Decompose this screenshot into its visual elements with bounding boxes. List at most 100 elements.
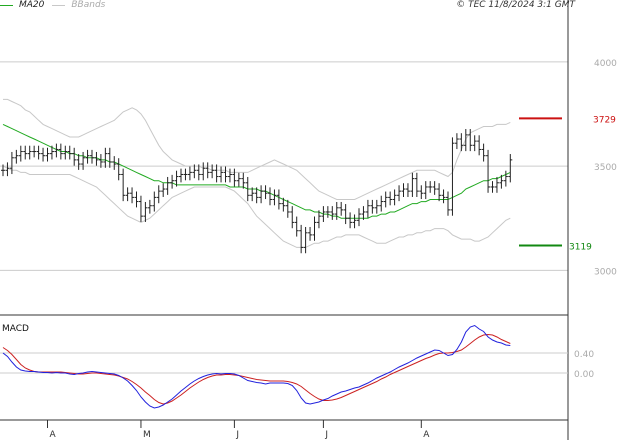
price-bar xyxy=(463,129,468,152)
price-bar xyxy=(90,149,94,164)
price-bar xyxy=(503,170,508,187)
price-bar xyxy=(183,168,188,181)
price-bar xyxy=(76,154,81,170)
price-bar xyxy=(397,185,402,202)
price-bar xyxy=(45,147,50,162)
price-bar xyxy=(357,208,361,227)
price-bar xyxy=(383,191,388,208)
price-bar xyxy=(486,149,491,193)
price-bar xyxy=(41,147,46,162)
price-bar xyxy=(23,145,28,160)
price-bar xyxy=(414,172,419,197)
resistance-level-label: 3729 xyxy=(593,115,616,125)
price-bar xyxy=(330,206,335,220)
x-month-label: J xyxy=(324,430,328,440)
price-bar xyxy=(138,195,143,222)
price-bar xyxy=(392,189,397,206)
price-bar xyxy=(299,224,304,254)
price-bar xyxy=(401,183,406,197)
price-bar xyxy=(223,166,228,183)
price-bar xyxy=(325,206,330,218)
price-bar xyxy=(374,199,379,214)
price-y-tick-label: 4000 xyxy=(594,59,617,69)
price-bar xyxy=(72,147,77,166)
price-y-tick-label: 3500 xyxy=(594,163,617,173)
price-bar xyxy=(201,162,206,181)
price-bar xyxy=(232,168,237,187)
price-bar xyxy=(472,135,477,152)
price-bar xyxy=(481,143,486,162)
price-bar xyxy=(490,181,495,193)
price-bar xyxy=(348,212,353,229)
price-bar xyxy=(459,133,464,152)
price-bar xyxy=(450,137,455,216)
price-bar xyxy=(81,151,86,170)
price-bar xyxy=(116,158,121,181)
ma20-legend-label: MA20 xyxy=(19,0,45,10)
price-bar xyxy=(179,168,183,183)
price-bar xyxy=(187,166,192,181)
x-month-label: J xyxy=(235,430,239,440)
price-bar xyxy=(161,183,166,197)
price-bar xyxy=(227,168,232,183)
bbands-lower-line xyxy=(2,165,511,248)
price-bar xyxy=(494,176,499,193)
price-bar xyxy=(441,189,446,204)
chart-credit: © TEC 11/8/2024 3:1 GMT xyxy=(456,0,575,10)
macd-y-tick-label: 0.40 xyxy=(574,350,594,360)
price-bar xyxy=(165,176,170,195)
price-bar xyxy=(477,135,482,156)
price-bar xyxy=(219,166,224,183)
price-bar xyxy=(446,191,450,216)
chart-root: 3000 3500 4000 3729 3119 MACD 0.00 0.40 A M J J A MA… xyxy=(0,0,627,440)
price-y-tick-label: 3000 xyxy=(594,267,617,277)
support-level-label: 3119 xyxy=(569,243,592,253)
price-bar xyxy=(259,185,264,204)
price-bar xyxy=(14,149,19,164)
price-bar xyxy=(405,183,410,197)
price-bar xyxy=(170,174,175,189)
x-month-label: M xyxy=(143,430,151,440)
price-bar xyxy=(432,181,437,195)
price-bar xyxy=(156,185,161,204)
x-month-label: A xyxy=(423,430,430,440)
price-bar xyxy=(143,201,148,222)
price-bar xyxy=(32,145,37,158)
price-bar xyxy=(27,145,32,160)
price-bar xyxy=(365,199,370,218)
price-bar xyxy=(276,189,281,210)
macd-signal-line xyxy=(2,333,511,405)
price-bar xyxy=(236,172,241,187)
price-bar xyxy=(423,181,428,200)
price-bar xyxy=(343,204,348,225)
price-bar xyxy=(147,199,152,214)
price-bar xyxy=(18,145,23,162)
price-bar xyxy=(152,191,157,212)
price-bar xyxy=(121,168,126,202)
price-bar xyxy=(214,164,219,183)
price-bar xyxy=(410,172,415,197)
macd-y-tick-label: 0.00 xyxy=(574,370,594,380)
price-bar xyxy=(36,145,41,160)
ma20-legend-swatch xyxy=(0,4,13,6)
price-bar xyxy=(308,226,313,241)
chart-canvas: 3000 3500 4000 3729 3119 MACD 0.00 0.40 A M J J A xyxy=(0,0,617,440)
price-bar xyxy=(134,191,139,208)
price-bar xyxy=(205,162,210,179)
price-bar xyxy=(370,199,375,214)
price-bar xyxy=(290,206,295,229)
price-bar xyxy=(352,214,357,229)
price-bar xyxy=(419,185,424,200)
price-bar xyxy=(339,201,344,216)
price-bar xyxy=(437,183,442,202)
price-bar xyxy=(268,187,272,206)
price-bar xyxy=(294,216,299,237)
bbands-legend-swatch xyxy=(52,4,66,6)
price-bar xyxy=(508,154,513,183)
price-bar xyxy=(103,147,108,168)
price-bar xyxy=(379,195,384,212)
price-bar xyxy=(388,191,393,206)
price-bar xyxy=(454,133,459,150)
price-bar xyxy=(428,181,433,193)
price-bar xyxy=(272,189,277,206)
